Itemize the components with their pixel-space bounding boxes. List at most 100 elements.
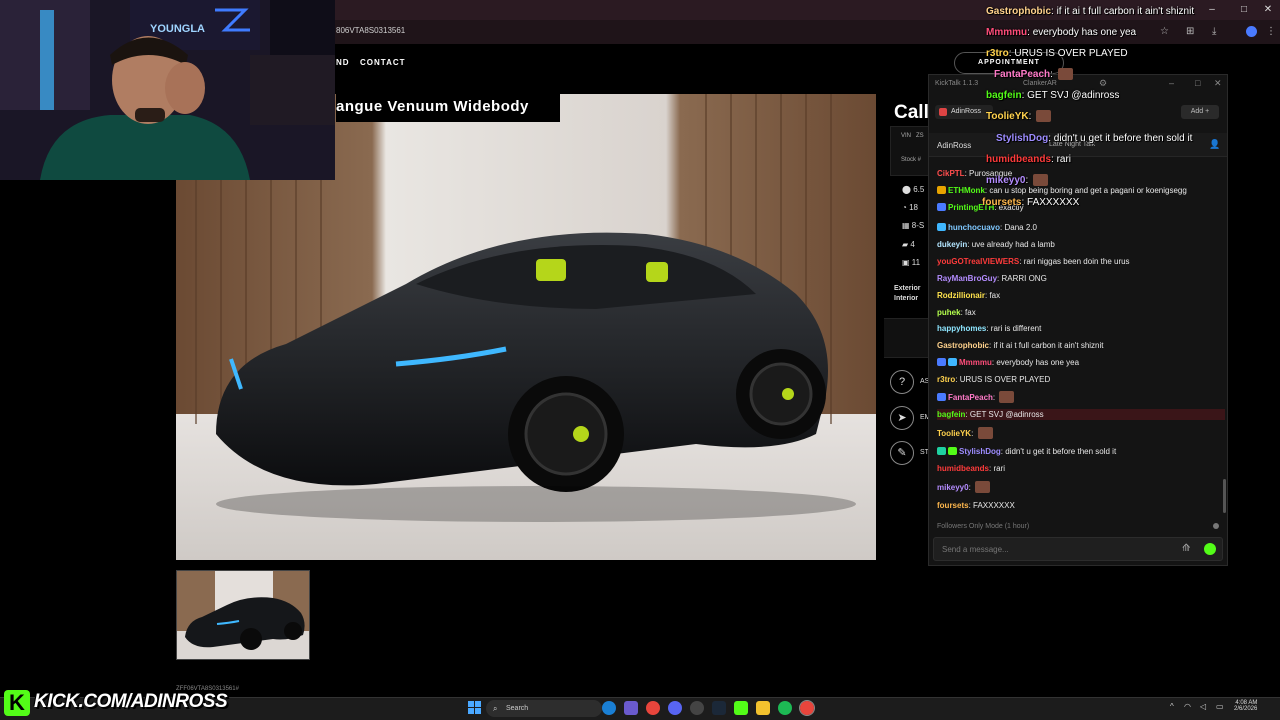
- chat-message: ToolieYK:: [937, 427, 1225, 439]
- app-title: KickTalk 1.1.3: [935, 80, 979, 87]
- chat-message: ETHMonk: can u stop being boring and get…: [937, 185, 1225, 196]
- address-url[interactable]: 806VTA8S0313561: [336, 26, 405, 35]
- chat-message: Gastrophobic: if it ai t full carbon it …: [937, 341, 1104, 350]
- call-heading: Call: [894, 102, 929, 123]
- overlay-message: r3tro: URUS IS OVER PLAYED: [986, 48, 1128, 59]
- bookmark-icon[interactable]: ☆: [1160, 26, 1169, 37]
- chat-message: FantaPeach:: [937, 391, 1225, 403]
- chat-message-highlighted: bagfein: GET SVJ @adinross: [937, 409, 1225, 420]
- file-explorer-icon[interactable]: [756, 701, 770, 715]
- settings-icon[interactable]: ⚙: [1099, 78, 1107, 89]
- chat-message: Rodzillionair: fax: [937, 291, 1001, 300]
- emote-icon: [975, 481, 991, 493]
- chat-message: puhek: fax: [937, 308, 976, 317]
- emote-icon: [1033, 174, 1049, 186]
- close-window-button[interactable]: ✕: [1258, 4, 1278, 15]
- search-icon: ⌕: [493, 704, 498, 713]
- chrome-icon[interactable]: [646, 701, 660, 715]
- seat-icon: ⬤: [902, 185, 914, 194]
- gauge-icon: ◔: [902, 203, 910, 212]
- fuel-icon: ▣: [902, 258, 912, 267]
- spotify-icon[interactable]: [778, 701, 792, 715]
- vin-fragment: ZS: [916, 133, 924, 139]
- spec-row: ⬤ 6.5: [902, 185, 925, 194]
- user-icon[interactable]: 👤: [1209, 139, 1220, 150]
- channel-name: AdinRoss: [937, 141, 972, 150]
- tab-adinross[interactable]: AdinRoss: [935, 105, 993, 119]
- chrome-active-icon[interactable]: [799, 700, 815, 716]
- chat-message: hunchocuavo: Dana 2.0: [937, 222, 1225, 233]
- taskbar-clock[interactable]: 4:08 AM 2/6/2026: [1234, 700, 1257, 712]
- badge-icon: [937, 447, 946, 455]
- followers-mode-notice: Followers Only Mode (1 hour): [937, 523, 1030, 530]
- emote-picker-icon[interactable]: ⟰: [1182, 543, 1190, 554]
- chat-message: PrintingETH: exactly: [937, 202, 1225, 213]
- chat-message: Mmmmu: everybody has one yea: [937, 357, 1225, 368]
- teams-icon[interactable]: [624, 701, 638, 715]
- maximize-button[interactable]: □: [1234, 4, 1254, 15]
- emote-icon: [999, 391, 1015, 403]
- chat-message: happyhomes: rari is different: [937, 324, 1042, 333]
- interior-label: Interior: [894, 295, 919, 302]
- clanker-label: ClankerAR: [1023, 80, 1057, 87]
- chat-message: dukeyin: uve already had a lamb: [937, 240, 1055, 249]
- close-icon[interactable]: ✕: [1214, 78, 1222, 89]
- badge-icon: [948, 447, 957, 455]
- edge-icon[interactable]: [602, 701, 616, 715]
- windows-start-icon[interactable]: [468, 701, 481, 714]
- chat-messages[interactable]: CikPTL: Purosangue ETHMonk: can u stop b…: [929, 161, 1227, 521]
- overlay-message: Mmmmu: everybody has one yea: [986, 27, 1137, 38]
- send-icon[interactable]: ➤: [890, 406, 914, 430]
- kick-emote-icon[interactable]: [1204, 543, 1216, 555]
- discord-icon[interactable]: [668, 701, 682, 715]
- obs-icon[interactable]: [690, 701, 704, 715]
- minimize-button[interactable]: –: [1202, 4, 1222, 15]
- emote-icon: [1057, 68, 1073, 80]
- chat-message: CikPTL: Purosangue: [937, 169, 1013, 178]
- chat-message: RayManBroGuy: RARRI ONG: [937, 274, 1047, 283]
- vin-label: VIN: [901, 133, 912, 139]
- engine-icon: ▦: [902, 221, 912, 230]
- chat-scrollbar[interactable]: [1223, 479, 1226, 513]
- badge-icon: [948, 358, 957, 366]
- minimize-icon[interactable]: –: [1169, 78, 1174, 88]
- listing-title: angue Venuum Widebody: [336, 98, 529, 115]
- chat-message: foursets: FAXXXXXX: [937, 501, 1015, 510]
- webcam-feed: YOUNGLA: [0, 0, 335, 180]
- nav-contact[interactable]: CONTACT: [360, 58, 406, 67]
- battery-icon[interactable]: ▭: [1216, 702, 1224, 711]
- nav-item-fragment[interactable]: ND: [336, 58, 350, 67]
- question-icon[interactable]: ?: [890, 370, 914, 394]
- car-thumbnail[interactable]: [176, 570, 310, 660]
- badge-icon: [937, 358, 946, 366]
- volume-icon[interactable]: ◁: [1200, 702, 1206, 711]
- maximize-icon[interactable]: □: [1195, 78, 1200, 88]
- tray-chevron-icon[interactable]: ^: [1170, 702, 1174, 711]
- edit-icon[interactable]: ✎: [890, 441, 914, 465]
- mode-indicator-icon: [1213, 523, 1219, 529]
- chat-input-box[interactable]: ⟰: [933, 537, 1223, 561]
- stock-label: Stock #: [901, 157, 922, 163]
- menu-icon[interactable]: ⋮: [1266, 26, 1276, 37]
- wifi-icon[interactable]: ◠: [1184, 702, 1191, 711]
- chat-message: StylishDog: didn't u get it before then …: [937, 446, 1225, 457]
- overlay-message: ToolieYK:: [986, 110, 1052, 123]
- add-channel-button[interactable]: Add +: [1181, 105, 1219, 119]
- steam-icon[interactable]: [712, 701, 726, 715]
- badge-icon: [937, 223, 946, 231]
- spec-row: ▦ 8-S: [902, 221, 925, 230]
- chat-window[interactable]: KickTalk 1.1.3 ClankerAR ⚙ – □ ✕ AdinRos…: [928, 74, 1228, 566]
- emote-icon: [1036, 110, 1052, 122]
- kick-channel-url: KICK.COM/ADINROSS: [34, 691, 228, 712]
- chat-message-input[interactable]: [942, 545, 1162, 554]
- kick-app-icon[interactable]: [734, 701, 748, 715]
- chat-message: r3tro: URUS IS OVER PLAYED: [937, 375, 1051, 384]
- taskbar-search[interactable]: ⌕ Search: [486, 700, 602, 717]
- chat-message: humidbeands: rari: [937, 464, 1006, 473]
- listing-divider: [884, 318, 928, 358]
- extensions-icon[interactable]: ⊞: [1186, 26, 1194, 37]
- download-icon[interactable]: ⤓: [1212, 26, 1216, 37]
- profile-avatar[interactable]: [1246, 26, 1257, 37]
- channel-avatar-icon: [939, 108, 947, 116]
- chat-message: mikeyy0:: [937, 481, 1225, 493]
